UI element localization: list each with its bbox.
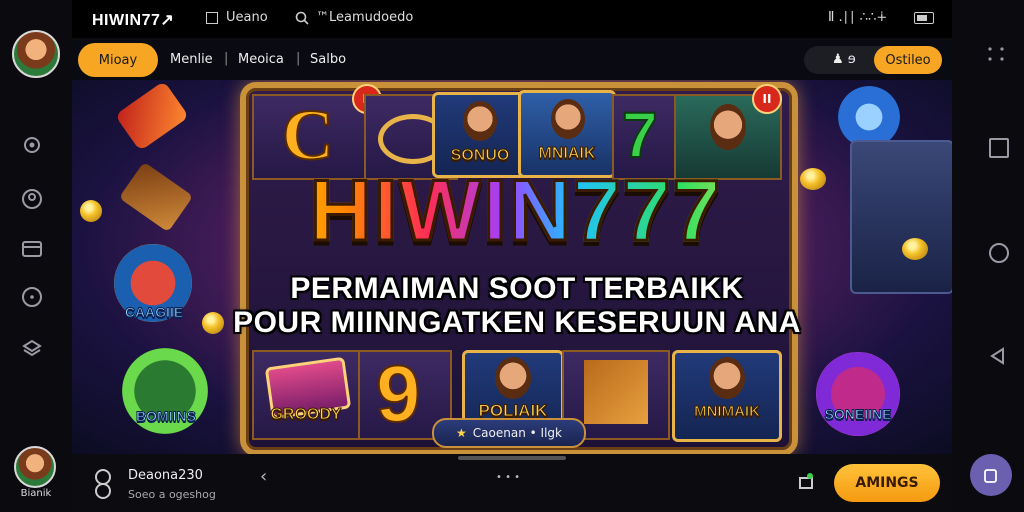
slot-frame: C II SONUO MNIAIK 7 II GROODY 9 — [240, 82, 798, 454]
notification-icon[interactable] — [798, 472, 814, 492]
user-avatar-icon[interactable] — [90, 468, 116, 500]
guitar-badge — [816, 352, 900, 436]
hero-subtitle-line-1: PERMAIMAN SOOT TERBAIKK — [290, 272, 744, 305]
floating-assist-button[interactable] — [970, 454, 1012, 496]
coin-icon — [80, 200, 102, 222]
card-label: GROODY — [270, 406, 342, 424]
user-icon[interactable]: ♟ ɘ — [832, 52, 856, 67]
character-card: MNIMAIK — [672, 350, 782, 442]
star-icon: ★ — [456, 426, 467, 440]
nav-link-2[interactable]: Meoica — [238, 52, 284, 67]
character-portrait — [495, 357, 531, 399]
tab-label[interactable]: Ueano — [226, 10, 268, 25]
cta-button[interactable]: AMINGS — [834, 464, 940, 502]
user-subtitle: Soeo a ogeshog — [128, 488, 216, 501]
search-icon[interactable] — [294, 10, 310, 26]
reel-cell: GROODY — [252, 350, 360, 440]
hero-banner: CAAGIIE BOMIINS SONEIINE C II SONUO MNIA… — [72, 80, 952, 454]
character-portrait — [463, 101, 497, 141]
search-text[interactable]: ™Leamudoedo — [316, 10, 413, 25]
left-rail: Bianik — [0, 0, 72, 512]
back-icon[interactable] — [988, 346, 1008, 366]
jackpot-badge[interactable]: ★ Caoenan • Ilgk — [432, 418, 586, 448]
slot-machine-bg — [850, 140, 952, 294]
coin-icon — [902, 238, 928, 260]
home-icon[interactable] — [989, 243, 1009, 263]
character-portrait — [551, 99, 585, 139]
dynamite-icon — [114, 80, 190, 152]
tab-icon — [206, 12, 218, 24]
reel-number: 7 — [621, 98, 659, 172]
battery-icon — [914, 12, 934, 24]
player-avatar-label: Bianik — [20, 488, 52, 499]
chat-icon[interactable] — [21, 286, 43, 308]
nav-bar: Mioay Menlie | Meoica | Salbo ♟ ɘ Ostile… — [72, 40, 952, 80]
more-options-icon[interactable] — [986, 44, 1006, 64]
coin-icon — [202, 312, 224, 334]
right-badge-label: SONEIINE — [824, 406, 892, 423]
profile-avatar[interactable] — [12, 30, 60, 78]
copy-icon — [984, 469, 997, 483]
user-name: Deaona230 — [128, 468, 203, 483]
hammer-icon — [118, 161, 194, 233]
hero-title: HIWIN777 — [240, 165, 792, 258]
back-chevron-icon[interactable]: ‹ — [260, 466, 267, 487]
left-badge-label-bottom: BOMIINS — [136, 408, 197, 425]
card-label: MNIAIK — [538, 145, 596, 163]
poker-chip-icon — [838, 86, 900, 148]
coin-icon — [800, 168, 826, 190]
app-title: HIWIN77↗ — [92, 12, 175, 29]
hero-subtitle-line-2: POUR MIINNGATKEN KESERUUN ANA — [233, 306, 801, 339]
nav-link-1[interactable]: Menlie — [170, 52, 213, 67]
nav-separator: | — [224, 51, 229, 66]
layers-icon[interactable] — [21, 338, 43, 360]
character-portrait — [709, 357, 745, 399]
nav-pill-active[interactable]: Mioay — [78, 43, 158, 77]
reel-number: 9 — [375, 348, 421, 439]
nav-link-3[interactable]: Salbo — [310, 52, 346, 67]
left-badge-label-top: CAAGIIE — [124, 304, 184, 321]
settings-icon[interactable] — [21, 134, 43, 156]
login-button[interactable]: Ostileo — [874, 46, 942, 74]
drag-handle[interactable] — [458, 456, 566, 460]
pagination-dots[interactable]: • • • — [496, 472, 520, 483]
user-icon[interactable] — [21, 188, 43, 210]
wallet-icon[interactable] — [21, 238, 43, 260]
bottom-bar: Deaona230 Soeo a ogeshog ‹ • • • AMINGS — [72, 456, 952, 512]
status-bar: HIWIN77↗ Ueano ™Leamudoedo Ⅱ .∣∣ ∴∴∔ — [72, 0, 952, 38]
system-status: Ⅱ .∣∣ ∴∴∔ — [828, 10, 888, 25]
nav-separator: | — [296, 51, 301, 66]
pause-button[interactable]: II — [752, 84, 782, 114]
player-avatar[interactable] — [14, 446, 56, 488]
card-label: MNIMAIK — [694, 403, 761, 421]
recent-apps-icon[interactable] — [989, 138, 1009, 158]
cross-icon — [584, 360, 648, 424]
right-rail — [952, 0, 1024, 512]
character-portrait — [710, 104, 746, 150]
jackpot-badge-label: Caoenan • Ilgk — [472, 426, 562, 440]
